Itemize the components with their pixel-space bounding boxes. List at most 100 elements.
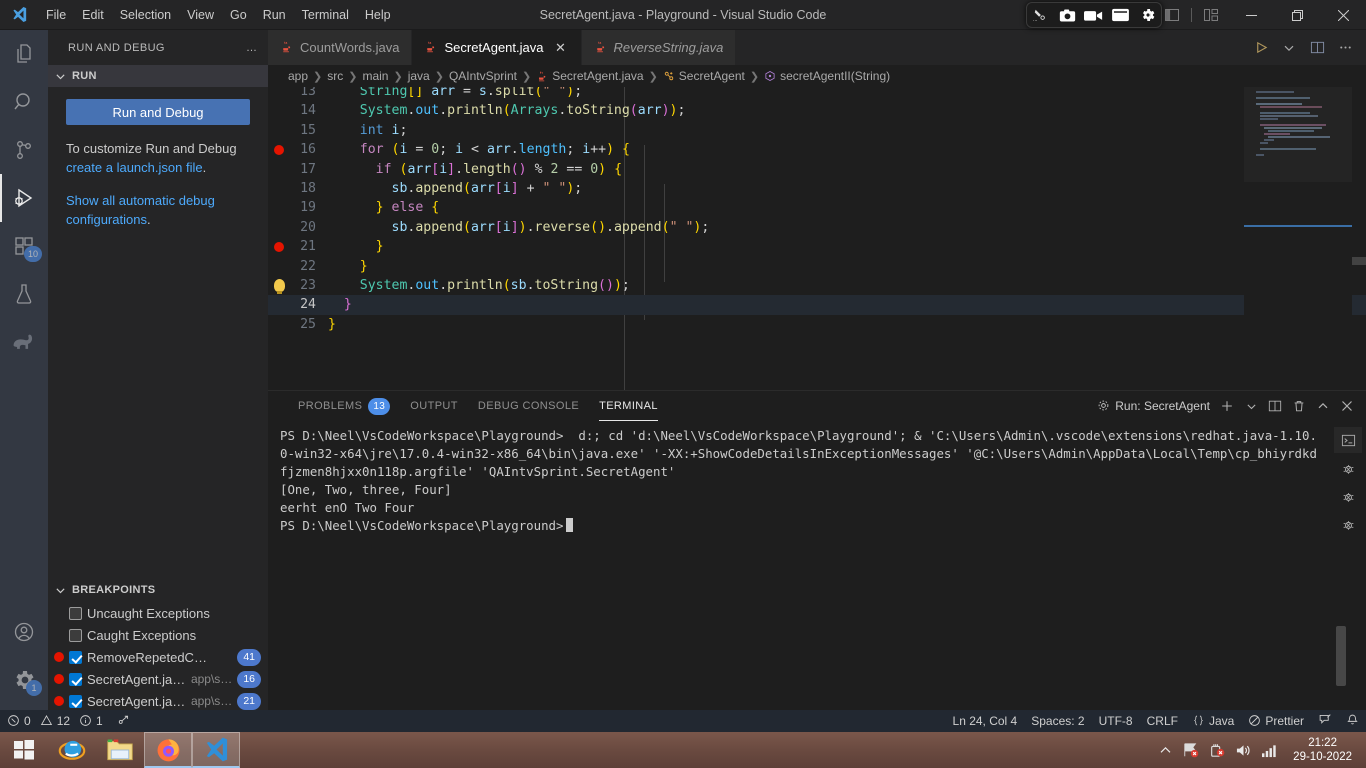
kill-terminal-icon[interactable]	[1288, 395, 1310, 417]
breakpoint-checkbox[interactable]	[69, 650, 82, 664]
lightbulb-icon[interactable]	[273, 279, 285, 295]
taskbar-file-explorer[interactable]	[96, 732, 144, 768]
breadcrumb-item-main[interactable]: main	[362, 69, 388, 83]
tab-secretagent[interactable]: SecretAgent.java ✕	[412, 30, 582, 65]
maximize-panel-icon[interactable]	[1312, 395, 1334, 417]
status-ports[interactable]	[110, 710, 138, 732]
editor-scrollbar[interactable]	[1352, 87, 1366, 414]
video-icon[interactable]	[1082, 5, 1106, 25]
menu-help[interactable]: Help	[357, 4, 399, 26]
menu-bar[interactable]: File Edit Selection View Go Run Terminal…	[38, 0, 399, 30]
gutter[interactable]	[268, 279, 290, 295]
activity-sonarlint[interactable]	[0, 318, 48, 366]
screen-capture-toolbar[interactable]: ...	[1026, 2, 1162, 28]
start-button[interactable]	[0, 732, 48, 768]
activity-accounts[interactable]	[0, 608, 48, 656]
menu-file[interactable]: File	[38, 4, 74, 26]
breakpoint-icon[interactable]	[274, 241, 284, 252]
terminal-tab-icon[interactable]	[1334, 427, 1362, 453]
status-feedback[interactable]	[1311, 710, 1339, 732]
breadcrumb-item-src[interactable]: src	[327, 69, 343, 83]
terminal-output[interactable]: PS D:\Neel\VsCodeWorkspace\Playground> d…	[268, 421, 1330, 690]
breadcrumb-item-method[interactable]: secretAgentII(String)	[764, 69, 890, 83]
tab-terminal[interactable]: TERMINAL	[589, 391, 668, 421]
breakpoint-dot-icon[interactable]	[54, 674, 64, 684]
gear-icon[interactable]	[1136, 5, 1160, 25]
breakpoint-dot-icon[interactable]	[54, 652, 64, 662]
breakpoints-section-header[interactable]: BREAKPOINTS	[48, 579, 268, 601]
list-item[interactable]: SecretAgent.java app\s… 16	[48, 668, 268, 690]
show-hidden-icons-icon[interactable]	[1155, 740, 1175, 760]
sidebar-more-icon[interactable]: …	[246, 42, 258, 54]
activity-search[interactable]	[0, 78, 48, 126]
activity-explorer[interactable]	[0, 30, 48, 78]
minimize-button[interactable]	[1228, 0, 1274, 30]
close-button[interactable]	[1320, 0, 1366, 30]
code-editor[interactable]: 13 String[] arr = s.split(" "); 14 Syste…	[268, 87, 1366, 414]
taskbar-visual-studio-code[interactable]	[192, 732, 240, 768]
list-item[interactable]: SecretAgent.java app\s… 21	[48, 690, 268, 712]
signal-icon[interactable]	[1259, 740, 1279, 760]
gutter[interactable]	[268, 144, 290, 155]
terminal-scrollbar-thumb[interactable]	[1336, 626, 1346, 686]
breakpoint-icon[interactable]	[274, 144, 284, 155]
run-and-debug-button[interactable]: Run and Debug	[66, 99, 250, 125]
volume-icon[interactable]	[1233, 740, 1253, 760]
split-editor-icon[interactable]	[1304, 35, 1330, 61]
breadcrumb-item-qaintvsprint[interactable]: QAIntvSprint	[449, 69, 517, 83]
scrollbar-thumb[interactable]	[1352, 257, 1366, 265]
menu-terminal[interactable]: Terminal	[294, 4, 357, 26]
chevron-down-icon[interactable]	[1240, 395, 1262, 417]
menu-edit[interactable]: Edit	[74, 4, 112, 26]
close-icon[interactable]: ✕	[553, 40, 569, 56]
menu-run[interactable]: Run	[255, 4, 294, 26]
close-panel-icon[interactable]	[1336, 395, 1358, 417]
menu-go[interactable]: Go	[222, 4, 255, 26]
debug-tab-icon[interactable]	[1334, 511, 1362, 537]
network-error-icon[interactable]	[1181, 740, 1201, 760]
gutter[interactable]	[268, 241, 290, 252]
list-item[interactable]: Uncaught Exceptions	[48, 602, 268, 624]
window-icon[interactable]	[1109, 5, 1133, 25]
show-automatic-debug-configs-link[interactable]: Show all automatic debug configurations	[66, 193, 215, 227]
tab-debug-console[interactable]: DEBUG CONSOLE	[468, 391, 589, 421]
breakpoint-checkbox[interactable]	[69, 628, 82, 642]
status-encoding[interactable]: UTF-8	[1092, 710, 1140, 732]
breadcrumb-item-file[interactable]: SecretAgent.java	[536, 69, 644, 83]
split-terminal-icon[interactable]	[1264, 395, 1286, 417]
maximize-button[interactable]	[1274, 0, 1320, 30]
list-item[interactable]: Caught Exceptions	[48, 624, 268, 646]
tab-reversestring[interactable]: ReverseString.java	[581, 30, 737, 65]
list-item[interactable]: RemoveRepetedChar.j… 41	[48, 646, 268, 668]
create-launch-json-link[interactable]: create a launch.json file	[66, 160, 203, 175]
battery-error-icon[interactable]	[1207, 740, 1227, 760]
breakpoint-checkbox[interactable]	[69, 672, 82, 686]
activity-extensions[interactable]: 10	[0, 222, 48, 270]
chevron-down-icon[interactable]	[1276, 35, 1302, 61]
breadcrumb-item-java[interactable]: java	[408, 69, 430, 83]
taskbar-clock[interactable]: 21:22 29-10-2022	[1285, 736, 1360, 764]
menu-selection[interactable]: Selection	[112, 4, 179, 26]
status-prettier[interactable]: Prettier	[1241, 710, 1311, 732]
minimap[interactable]	[1244, 87, 1352, 414]
breadcrumb-item-app[interactable]: app	[288, 69, 308, 83]
breakpoint-checkbox[interactable]	[69, 606, 82, 620]
new-terminal-icon[interactable]	[1216, 395, 1238, 417]
tab-output[interactable]: OUTPUT	[400, 391, 468, 421]
tab-countwords[interactable]: CountWords.java	[268, 30, 413, 65]
more-actions-icon[interactable]	[1332, 35, 1358, 61]
snip-icon[interactable]: ...	[1028, 5, 1052, 25]
status-language-mode[interactable]: Java	[1185, 710, 1241, 732]
breakpoint-dot-icon[interactable]	[54, 696, 64, 706]
status-cursor-position[interactable]: Ln 24, Col 4	[946, 710, 1025, 732]
taskbar-firefox[interactable]	[144, 732, 192, 768]
run-icon[interactable]	[1248, 35, 1274, 61]
terminal-selector[interactable]: Run: SecretAgent	[1097, 399, 1210, 413]
breakpoint-checkbox[interactable]	[69, 694, 82, 708]
debug-tab-icon[interactable]	[1334, 455, 1362, 481]
taskbar-internet-explorer[interactable]	[48, 732, 96, 768]
debug-tab-icon[interactable]	[1334, 483, 1362, 509]
status-problems[interactable]: 0 12 1	[0, 710, 110, 732]
menu-view[interactable]: View	[179, 4, 222, 26]
status-notifications[interactable]	[1339, 710, 1366, 732]
